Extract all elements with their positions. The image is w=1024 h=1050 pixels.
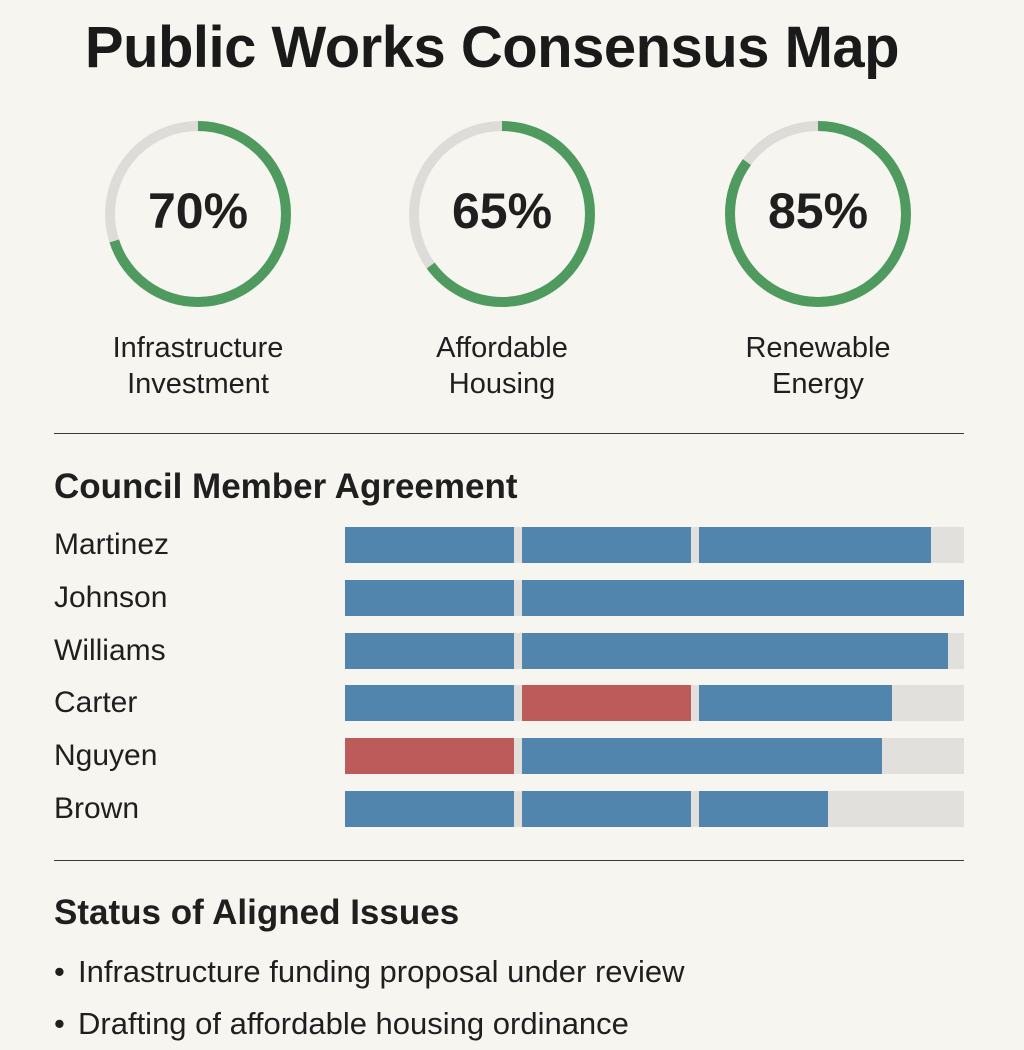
divider <box>54 860 964 861</box>
agreement-bar-track <box>345 791 964 827</box>
gauge-value: 70% <box>147 183 249 239</box>
gauge-label-line: Infrastructure <box>112 332 284 364</box>
member-row: Carter <box>54 685 964 722</box>
gauge-label-line: Affordable <box>436 332 568 364</box>
bar-segment-agree <box>345 632 515 669</box>
bar-segment-agree <box>522 738 882 775</box>
bullet-icon: • <box>54 954 65 989</box>
gauge-value: 85% <box>767 183 869 239</box>
gauge-label-line: Energy <box>772 368 864 400</box>
gauge-label-line: Investment <box>127 368 269 400</box>
member-name: Williams <box>54 633 166 667</box>
gauge-energy: 85% Renewable Energy <box>688 118 948 402</box>
bar-segment-agree <box>345 685 515 722</box>
divider <box>54 433 964 434</box>
member-name: Johnson <box>54 580 168 614</box>
member-name: Brown <box>54 792 140 825</box>
agreement-bar-track <box>345 579 964 616</box>
council-section-title: Council Member Agreement <box>54 467 518 506</box>
gauge-label-line: Housing <box>448 368 556 400</box>
gauge-label-line: Renewable <box>745 332 891 364</box>
bar-segment-agree <box>522 579 964 616</box>
member-name: Nguyen <box>54 739 158 773</box>
bar-segment-agree <box>699 527 932 563</box>
gauge-infrastructure: 70% Infrastructure Investment <box>68 118 328 402</box>
gauge-label: Renewable Energy <box>688 330 948 402</box>
member-row: Martinez <box>54 527 964 563</box>
bar-segment-agree <box>522 632 948 669</box>
agreement-bar-track <box>345 738 964 775</box>
member-row: Nguyen <box>54 738 964 775</box>
status-list: • Infrastructure funding proposal under r… <box>54 946 685 1050</box>
gauge-label: Affordable Housing <box>372 330 632 402</box>
status-item-text: Infrastructure funding proposal under re… <box>78 954 685 989</box>
agreement-bar-track <box>345 632 964 669</box>
bar-segment-agree <box>699 685 893 722</box>
bar-segment-disagree <box>345 738 515 775</box>
agreement-bar-track <box>345 685 964 722</box>
gauge-label: Infrastructure Investment <box>68 330 328 402</box>
gauge-housing: 65% Affordable Housing <box>372 118 632 402</box>
bar-segment-agree <box>345 527 515 563</box>
member-row: Brown <box>54 791 964 827</box>
bar-segment-agree <box>522 527 692 563</box>
agreement-bar-track <box>345 527 964 563</box>
member-row: Williams <box>54 632 964 669</box>
bar-segment-agree <box>699 791 828 827</box>
gauge-group: 70% Infrastructure Investment 65% Afford… <box>0 0 1024 420</box>
gauge-value: 65% <box>451 183 553 239</box>
bar-segment-disagree <box>522 685 692 722</box>
bar-segment-agree <box>345 791 515 827</box>
status-section-title: Status of Aligned Issues <box>54 893 460 932</box>
status-item: • Drafting of affordable housing ordinanc… <box>54 998 685 1050</box>
member-name: Martinez <box>54 528 170 561</box>
member-name: Carter <box>54 686 138 720</box>
bar-segment-agree <box>522 791 692 827</box>
member-row: Johnson <box>54 579 964 616</box>
status-item: • Infrastructure funding proposal under r… <box>54 946 685 998</box>
bar-segment-agree <box>345 579 515 616</box>
bullet-icon: • <box>54 1006 65 1041</box>
